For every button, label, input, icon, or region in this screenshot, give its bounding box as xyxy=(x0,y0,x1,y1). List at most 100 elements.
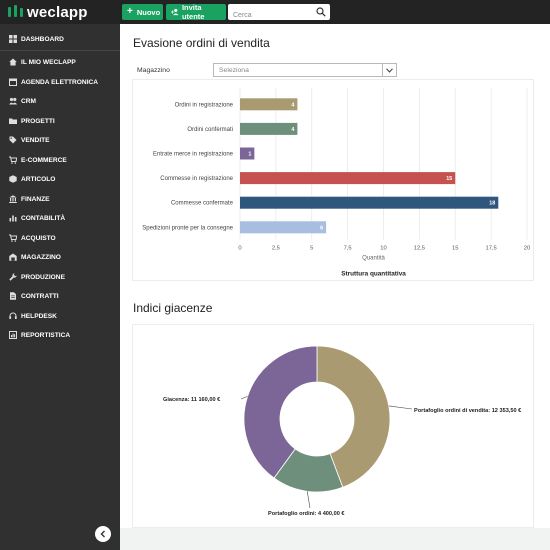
search-input[interactable] xyxy=(228,7,310,24)
sidebar-item-e-commerce[interactable]: E-COMMERCE xyxy=(0,151,120,169)
weclapp-logo-icon xyxy=(8,5,23,17)
dashboard-icon xyxy=(8,35,17,44)
sidebar-item-label: DASHBOARD xyxy=(21,35,64,43)
search-box xyxy=(228,4,330,24)
sidebar-item-label: PROGETTI xyxy=(21,117,55,125)
sidebar-item-produzione[interactable]: PRODUZIONE xyxy=(0,268,120,286)
sidebar-item-acquisto[interactable]: ACQUISTO xyxy=(0,229,120,247)
x-tick-label: 17,5 xyxy=(485,246,496,252)
x-tick-label: 7,5 xyxy=(344,246,352,252)
sidebar-item-contratti[interactable]: CONTRATTI xyxy=(0,287,120,305)
sidebar-item-crm[interactable]: CRM xyxy=(0,92,120,110)
stock-donut-chart: Portafoglio ordini di vendita: 12 353,50… xyxy=(163,345,522,517)
category-label: Commesse in registrazione xyxy=(160,176,233,182)
bar-value-label: 18 xyxy=(489,201,495,207)
warehouse-select-value: Seleziona xyxy=(219,66,249,74)
plus-icon: + xyxy=(127,6,133,17)
warehouse-select[interactable]: Seleziona xyxy=(213,63,397,77)
bar[interactable] xyxy=(240,147,255,160)
chevron-left-icon xyxy=(100,530,105,538)
sidebar-item-label: IL MIO WECLAPP xyxy=(21,58,76,66)
leader-line xyxy=(388,405,413,410)
stock-section-title: Indici giacenze xyxy=(133,301,213,315)
headset-icon xyxy=(8,312,17,321)
sidebar-item-label: ACQUISTO xyxy=(21,234,56,242)
bar[interactable] xyxy=(240,196,499,209)
bar-chart-card: 0 2,5 5 7,5 10 12,5 15 17,5 20 Ordini in registra… xyxy=(132,79,534,281)
category-label: Spedizioni pronte per la consegne xyxy=(142,225,233,231)
collapse-sidebar-button[interactable] xyxy=(95,526,111,542)
bar-value-label: 4 xyxy=(291,127,294,133)
report-icon xyxy=(8,331,17,340)
bar-value-label: 15 xyxy=(446,176,452,182)
category-label: Ordini in registrazione xyxy=(175,102,234,108)
invite-button-label: Invita utente xyxy=(181,3,205,21)
chart-title: Struttura quantitativa xyxy=(341,271,406,278)
category-label: Ordini confermati xyxy=(187,127,233,133)
invite-user-button[interactable]: Invita utente xyxy=(166,3,226,21)
sidebar-item-il-mio-weclapp[interactable]: IL MIO WECLAPP xyxy=(0,53,120,71)
folder-icon xyxy=(8,117,17,126)
top-bar: weclapp + Nuovo Invita utente xyxy=(0,0,550,24)
slice-label: Giacenza: 11 160,00 € xyxy=(163,397,221,403)
slice-label: Portafoglio ordini: 4 400,00 € xyxy=(268,511,345,517)
donut-chart-card: Portafoglio ordini di vendita: 12 353,50… xyxy=(132,324,534,528)
warehouse-icon xyxy=(8,253,17,262)
sidebar-item-reportistica[interactable]: REPORTISTICA xyxy=(0,326,120,344)
category-label: Commesse confermate xyxy=(171,201,234,207)
bar-value-label: 1 xyxy=(248,152,251,158)
x-tick-label: 0 xyxy=(238,246,241,252)
dashboard-panel: Evasione ordini di vendita Magazzino Sel… xyxy=(120,24,550,528)
quantity-bar-chart: 0 2,5 5 7,5 10 12,5 15 17,5 20 Ordini in registra… xyxy=(142,88,530,278)
x-tick-label: 12,5 xyxy=(414,246,425,252)
sidebar-item-agenda-elettronica[interactable]: AGENDA ELETTRONICA xyxy=(0,73,120,91)
home-icon xyxy=(8,58,17,67)
sidebar-item-dashboard[interactable]: DASHBOARD xyxy=(0,30,120,48)
sidebar-item-label: E-COMMERCE xyxy=(21,156,67,164)
category-label: Entrate merce in registrazione xyxy=(153,152,234,158)
sidebar-item-finanze[interactable]: FINANZE xyxy=(0,190,120,208)
logo-text: weclapp xyxy=(27,3,88,21)
purchase-icon xyxy=(8,234,17,243)
new-button-label: Nuovo xyxy=(136,7,161,17)
bar[interactable] xyxy=(240,172,456,185)
bar-value-label: 6 xyxy=(320,225,323,231)
sidebar-item-label: CRM xyxy=(21,97,37,105)
leader-line xyxy=(306,491,311,509)
bar[interactable] xyxy=(240,98,298,111)
sidebar-item-contabilita[interactable]: CONTABILITÀ xyxy=(0,209,120,227)
weclapp-logo[interactable]: weclapp xyxy=(8,3,88,21)
sidebar-item-label: CONTRATTI xyxy=(21,292,59,300)
new-button[interactable]: + Nuovo xyxy=(122,4,163,20)
sidebar-item-articolo[interactable]: ARTICOLO xyxy=(0,170,120,188)
x-tick-label: 15 xyxy=(452,246,458,252)
warehouse-dropdown-button[interactable] xyxy=(382,64,396,76)
wrench-icon xyxy=(8,273,17,282)
sidebar-item-label: FINANZE xyxy=(21,195,50,203)
sidebar-item-label: AGENDA ELETTRONICA xyxy=(21,78,99,86)
sidebar-item-label: PRODUZIONE xyxy=(21,273,65,281)
sidebar-item-label: CONTABILITÀ xyxy=(21,214,66,222)
x-tick-label: 10 xyxy=(380,246,386,252)
sidebar-item-progetti[interactable]: PROGETTI xyxy=(0,112,120,130)
document-icon xyxy=(8,292,17,301)
slice-label: Portafoglio ordini di vendita: 12 353,50… xyxy=(414,408,522,414)
bar[interactable] xyxy=(240,122,298,135)
sidebar-item-label: ARTICOLO xyxy=(21,175,56,183)
sidebar-item-magazzino[interactable]: MAGAZZINO xyxy=(0,248,120,266)
sidebar-item-helpdesk[interactable]: HELPDESK xyxy=(0,307,120,325)
chart-icon xyxy=(8,214,17,223)
sidebar-item-vendite[interactable]: VENDITE xyxy=(0,131,120,149)
bar[interactable] xyxy=(240,221,327,234)
finance-icon xyxy=(8,195,17,204)
x-axis-title: Quantità xyxy=(362,256,385,262)
cart-icon xyxy=(8,156,17,165)
warehouse-label: Magazzino xyxy=(137,67,170,74)
chevron-down-icon xyxy=(386,67,393,73)
x-tick-label: 2,5 xyxy=(272,246,280,252)
sidebar-item-label: HELPDESK xyxy=(21,312,57,320)
x-tick-label: 5 xyxy=(310,246,313,252)
sidebar-item-label: VENDITE xyxy=(21,136,50,144)
search-icon[interactable] xyxy=(316,7,326,17)
x-tick-label: 20 xyxy=(524,246,530,252)
